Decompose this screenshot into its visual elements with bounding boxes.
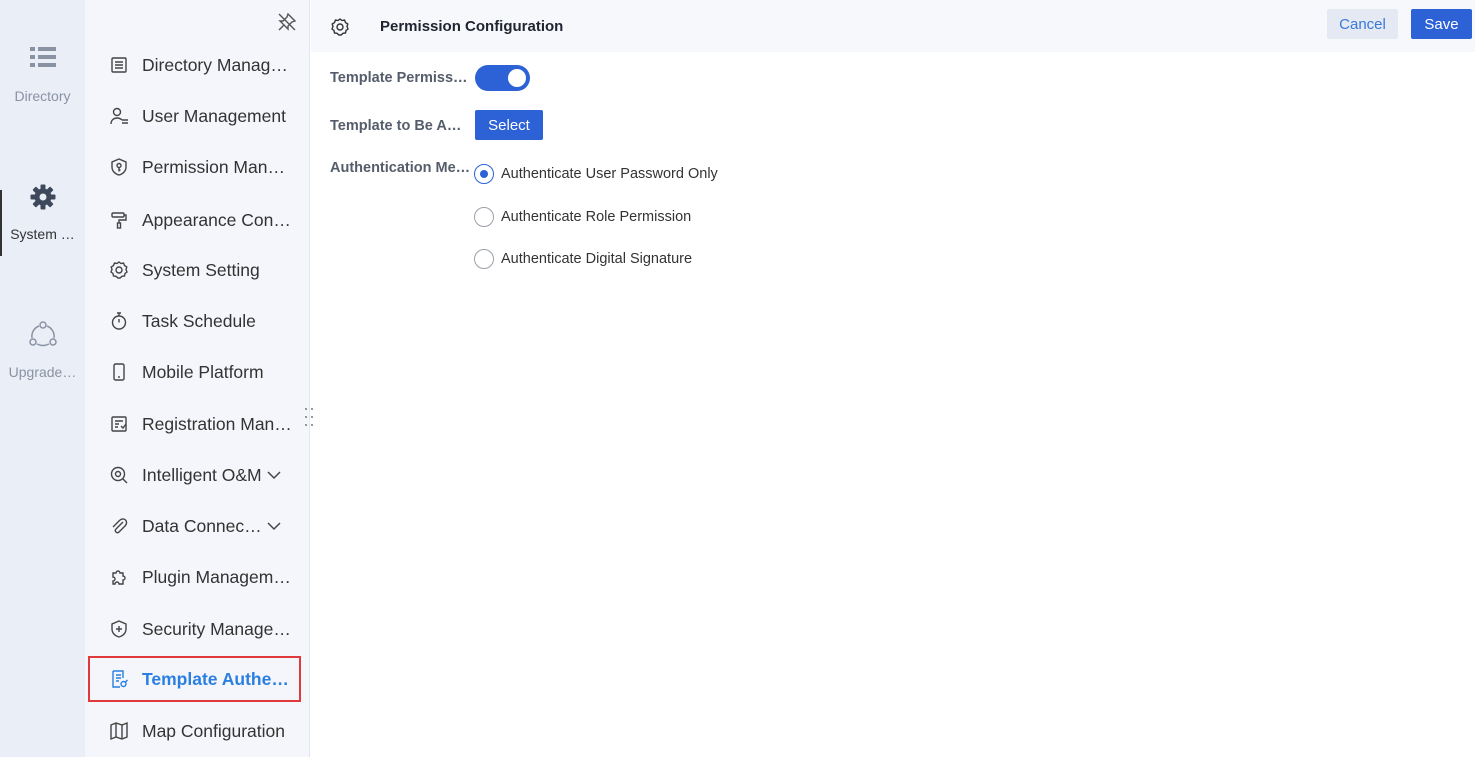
monitor-icon [110, 466, 128, 484]
icon-rail: Directory System … Upgrade… [0, 0, 85, 757]
toggle-knob [508, 69, 526, 87]
stopwatch-icon [111, 312, 127, 330]
sidebar-item-label: Map Configuration [142, 720, 285, 741]
radio-button[interactable] [474, 249, 494, 269]
paperclip-icon [112, 518, 128, 534]
sidebar-item-label: Plugin Managem… [142, 566, 291, 587]
template-to-be-label: Template to Be A… [330, 118, 462, 134]
sidebar-item-permission-management[interactable]: Permission Mana… [85, 144, 310, 190]
page-header: Permission Configuration Cancel Save [311, 0, 1475, 52]
sidebar-item-label: Mobile Platform [142, 361, 264, 382]
save-button[interactable]: Save [1411, 9, 1472, 39]
unpin-icon[interactable] [277, 12, 297, 32]
sidebar-item-label: Security Manage… [142, 618, 291, 639]
document-edit-icon [112, 670, 128, 688]
auth-option-user-password[interactable]: Authenticate User Password Only [474, 164, 718, 184]
page-title: Permission Configuration [380, 18, 564, 35]
sidebar-item-label: Data Connec… [142, 515, 262, 536]
sidebar-item-label: Template Authe… [142, 668, 289, 689]
sidebar-item-registration-management[interactable]: Registration Man… [85, 401, 310, 447]
sidebar-item-task-schedule[interactable]: Task Schedule [85, 298, 310, 344]
rail-label: System … [10, 226, 75, 242]
cancel-button[interactable]: Cancel [1327, 9, 1398, 39]
sidebar-item-data-connection[interactable]: Data Connec… [85, 503, 310, 549]
radio-button[interactable] [474, 207, 494, 227]
radio-label: Authenticate User Password Only [501, 166, 718, 182]
rail-label: Upgrade… [8, 364, 77, 380]
paint-roller-icon [111, 212, 127, 229]
chevron-down-icon[interactable] [266, 467, 282, 483]
puzzle-icon [112, 570, 126, 585]
sidebar-item-user-management[interactable]: User Management [85, 93, 310, 139]
gear-icon [30, 184, 55, 210]
resize-handle-icon[interactable] [303, 406, 315, 428]
registration-icon [111, 416, 127, 432]
sidebar-item-label: Intelligent O&M [142, 464, 262, 485]
list-icon [29, 47, 56, 67]
sidebar-item-label: System Setting [142, 259, 260, 280]
rail-item-system[interactable]: System … [0, 184, 85, 242]
sidebar: Directory Manag… User Management Permiss… [85, 0, 310, 757]
rail-item-directory[interactable]: Directory [0, 46, 85, 104]
shield-plus-icon [111, 620, 127, 638]
sidebar-item-label: Appearance Conf… [142, 209, 294, 230]
map-icon [110, 721, 128, 741]
sidebar-item-plugin-management[interactable]: Plugin Managem… [85, 554, 310, 600]
auth-option-role-permission[interactable]: Authenticate Role Permission [474, 207, 691, 227]
sidebar-item-label: Directory Manag… [142, 54, 288, 75]
sidebar-item-appearance-configuration[interactable]: Appearance Conf… [85, 197, 310, 243]
sidebar-item-security-management[interactable]: Security Manage… [85, 606, 310, 652]
rail-item-upgrade[interactable]: Upgrade… [0, 320, 85, 380]
settings-icon [110, 261, 128, 279]
sidebar-item-system-setting[interactable]: System Setting [85, 247, 310, 293]
shield-key-icon [111, 158, 127, 176]
sidebar-item-label: Task Schedule [142, 310, 256, 331]
radio-label: Authenticate Digital Signature [501, 251, 693, 267]
share-nodes-icon [28, 321, 57, 347]
chevron-down-icon[interactable] [266, 518, 282, 534]
auth-option-digital-signature[interactable]: Authenticate Digital Signature [474, 249, 692, 269]
mobile-icon [113, 363, 125, 381]
select-template-button[interactable]: Select [475, 110, 543, 140]
sidebar-item-template-authentication[interactable]: Template Authe… [88, 656, 301, 702]
user-icon [110, 107, 128, 125]
sidebar-item-label: Permission Mana… [142, 156, 294, 177]
sidebar-item-label: User Management [142, 105, 286, 126]
gear-icon [331, 18, 349, 36]
radio-button[interactable] [474, 164, 494, 184]
template-permission-toggle[interactable] [475, 65, 530, 91]
sidebar-item-intelligent-om[interactable]: Intelligent O&M [85, 452, 310, 498]
radio-label: Authenticate Role Permission [501, 209, 692, 225]
sidebar-item-label: Registration Man… [142, 413, 292, 434]
authentication-method-label: Authentication Me… [330, 160, 471, 176]
sidebar-item-map-configuration[interactable]: Map Configuration [85, 708, 310, 754]
template-permission-label: Template Permiss… [330, 70, 468, 86]
sidebar-item-directory-management[interactable]: Directory Manag… [85, 42, 310, 88]
sidebar-item-mobile-platform[interactable]: Mobile Platform [85, 349, 310, 395]
rail-label: Directory [14, 88, 71, 104]
directory-icon [111, 57, 127, 73]
